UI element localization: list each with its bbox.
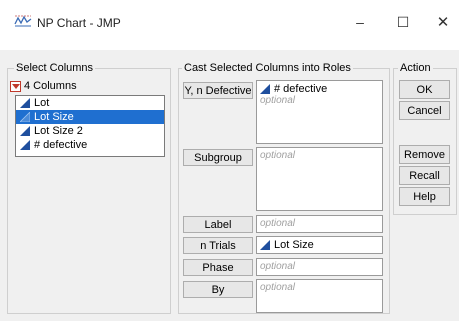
continuous-column-icon bbox=[260, 240, 270, 250]
role-value: # defective bbox=[260, 83, 379, 95]
window-title: NP Chart - JMP bbox=[37, 16, 121, 30]
remove-button[interactable]: Remove bbox=[399, 145, 450, 164]
continuous-column-icon bbox=[20, 140, 30, 150]
role-placeholder: optional bbox=[260, 95, 296, 106]
column-count-row[interactable]: 4 Columns bbox=[10, 80, 77, 92]
role-placeholder: optional bbox=[260, 218, 296, 229]
list-item-lot[interactable]: Lot bbox=[16, 96, 164, 110]
n-trials-button[interactable]: n Trials bbox=[183, 237, 253, 254]
continuous-column-icon bbox=[20, 126, 30, 136]
role-value: Lot Size bbox=[260, 239, 379, 251]
by-button[interactable]: By bbox=[183, 281, 253, 298]
action-label: Action bbox=[398, 62, 433, 74]
list-item-defective[interactable]: # defective bbox=[16, 138, 164, 152]
continuous-column-icon bbox=[260, 84, 270, 94]
phase-role-box[interactable]: optional bbox=[256, 258, 383, 276]
label-button[interactable]: Label bbox=[183, 216, 253, 233]
minimize-button[interactable]: – bbox=[350, 12, 370, 32]
role-placeholder: optional bbox=[260, 150, 296, 161]
select-columns-label: Select Columns bbox=[14, 62, 96, 74]
subgroup-role-box[interactable]: optional bbox=[256, 147, 383, 211]
cast-roles-label: Cast Selected Columns into Roles bbox=[182, 62, 353, 74]
list-item-lot-size[interactable]: Lot Size bbox=[16, 110, 164, 124]
subgroup-button[interactable]: Subgroup bbox=[183, 149, 253, 166]
n-trials-role-box[interactable]: Lot Size bbox=[256, 236, 383, 254]
y-n-defective-role-box[interactable]: # defective optional bbox=[256, 80, 383, 144]
column-count-label: 4 Columns bbox=[24, 80, 77, 92]
recall-button[interactable]: Recall bbox=[399, 166, 450, 185]
help-button[interactable]: Help bbox=[399, 187, 450, 206]
close-button[interactable]: ✕ bbox=[433, 12, 453, 32]
column-list[interactable]: Lot Lot Size Lot Size 2 # defective bbox=[15, 95, 165, 157]
list-item-lot-size-2[interactable]: Lot Size 2 bbox=[16, 124, 164, 138]
maximize-button[interactable]: ☐ bbox=[393, 12, 413, 32]
role-placeholder: optional bbox=[260, 261, 296, 272]
dropdown-triangle-icon[interactable] bbox=[10, 80, 21, 92]
role-placeholder: optional bbox=[260, 282, 296, 293]
ok-button[interactable]: OK bbox=[399, 80, 450, 99]
y-n-defective-button[interactable]: Y, n Defective bbox=[183, 82, 253, 99]
jmp-app-icon bbox=[14, 15, 32, 27]
by-role-box[interactable]: optional bbox=[256, 279, 383, 313]
cancel-button[interactable]: Cancel bbox=[399, 101, 450, 120]
label-role-box[interactable]: optional bbox=[256, 215, 383, 233]
continuous-column-icon bbox=[20, 112, 30, 122]
title-bar: NP Chart - JMP – ☐ ✕ bbox=[0, 0, 459, 50]
continuous-column-icon bbox=[20, 98, 30, 108]
phase-button[interactable]: Phase bbox=[183, 259, 253, 276]
